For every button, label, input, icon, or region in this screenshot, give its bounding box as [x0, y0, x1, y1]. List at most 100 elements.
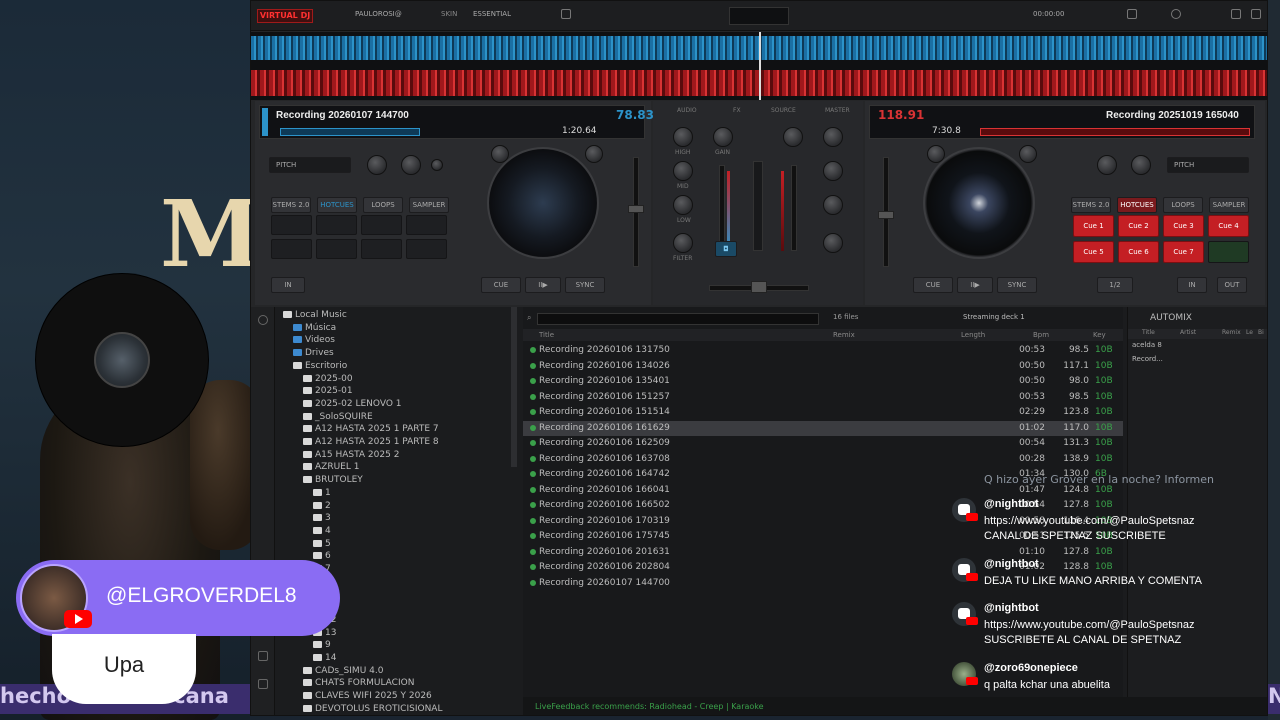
deck-left-sync-button[interactable]: SYNC [565, 277, 605, 293]
app-logo[interactable]: VIRTUAL DJ [257, 9, 313, 23]
tree-folder[interactable]: Local Music [283, 309, 347, 321]
mixer-left-low-knob[interactable] [673, 195, 693, 215]
file-row[interactable]: Recording 20260106 161629 01:02 117.0 10B [523, 420, 1123, 436]
tree-folder[interactable]: Música [293, 322, 336, 334]
tree-folder[interactable]: CHATS FORMULACION [303, 677, 414, 689]
col-title[interactable]: Title [539, 331, 554, 339]
deck-left-tab-sampler[interactable]: SAMPLER [409, 197, 449, 213]
user-account[interactable]: PAULOROSI@ [355, 10, 402, 18]
file-row[interactable]: Recording 20260106 131750 00:53 98.5 10B [523, 343, 1123, 358]
deck-left-pad[interactable] [271, 239, 312, 259]
deck-left-pad[interactable] [361, 215, 402, 235]
file-row[interactable]: Recording 20260106 151514 02:29 123.8 10B [523, 405, 1123, 420]
deck-right-pitch-mode[interactable]: PITCH [1167, 157, 1249, 173]
file-search-input[interactable] [537, 313, 819, 325]
automix-label[interactable]: AUTOMIX [1150, 313, 1192, 323]
deck-right-sync-button[interactable]: SYNC [997, 277, 1037, 293]
gear-icon[interactable] [1171, 9, 1181, 19]
tree-folder[interactable]: 4 [313, 525, 331, 537]
hotcue-pad[interactable]: Cue 3 [1163, 215, 1204, 237]
deck-left-pitch-mode[interactable]: PITCH [269, 157, 351, 173]
hotcue-pad[interactable]: Cue 1 [1073, 215, 1114, 237]
hotcue-pad[interactable]: Cue 4 [1208, 215, 1249, 237]
tree-folder[interactable]: 2025-00 [303, 373, 353, 385]
tree-folder[interactable]: A15 HASTA 2025 2 [303, 449, 399, 461]
tree-folder[interactable]: 9 [313, 639, 331, 651]
hotcue-pad[interactable]: Cue 7 [1163, 241, 1204, 263]
hotcue-pad[interactable]: Cue 2 [1118, 215, 1159, 237]
file-row[interactable]: Recording 20260106 134026 00:50 117.1 10B [523, 359, 1123, 374]
deck-left-pad[interactable] [361, 239, 402, 259]
settings-small-icon[interactable] [561, 9, 571, 19]
deck-right-tab-loops[interactable]: LOOPS [1163, 197, 1203, 213]
record-icon[interactable] [1127, 9, 1137, 19]
file-row[interactable]: Recording 20260106 162509 00:54 131.3 10B [523, 436, 1123, 451]
mixer-left-high-knob[interactable] [673, 127, 693, 147]
mixer-right-volume-fader[interactable] [791, 165, 797, 251]
tree-folder[interactable]: Videos [293, 334, 335, 346]
sideview-icon[interactable] [258, 651, 268, 661]
mixer-right-low-knob[interactable] [823, 195, 843, 215]
deck-right-key-knob[interactable] [1097, 155, 1117, 175]
file-row[interactable]: Recording 20260106 163708 00:28 138.9 10B [523, 452, 1123, 467]
tree-folder[interactable]: A12 HASTA 2025 1 PARTE 8 [303, 436, 439, 448]
deck-right-loop-in[interactable]: IN [1177, 277, 1207, 293]
tree-folder[interactable]: 14 [313, 652, 336, 664]
deck-right-vinyl-knob[interactable] [1019, 145, 1037, 163]
deck-left-cue-button[interactable]: CUE [481, 277, 521, 293]
deck-left-pad[interactable] [406, 239, 447, 259]
deck-right-play-button[interactable]: II▶ [957, 277, 993, 293]
tree-folder[interactable]: 3 [313, 512, 331, 524]
automix-row[interactable]: acelda 8 [1132, 341, 1266, 353]
automix-icon[interactable] [258, 679, 268, 689]
mixer-left-headphone-button[interactable]: ◘ [715, 241, 737, 257]
tree-folder[interactable]: _SoloSQUIRE [303, 411, 373, 423]
deck-right-tab-stems[interactable]: STEMS 2.0 [1071, 197, 1111, 213]
mixer-right-gain-knob[interactable] [783, 127, 803, 147]
deck-left-small-knob[interactable] [431, 159, 443, 171]
deck-left-search-icon[interactable] [491, 145, 509, 163]
deck-left-pad[interactable] [316, 215, 357, 235]
tree-folder[interactable]: Drives [293, 347, 334, 359]
deck-right-jogwheel[interactable] [923, 147, 1035, 259]
search-icon[interactable] [258, 315, 268, 325]
tree-folder[interactable]: Escritorio [293, 360, 347, 372]
deck-right-pitch-slider-cap[interactable] [878, 211, 894, 219]
deck-left-play-button[interactable]: II▶ [525, 277, 561, 293]
deck-left-loop-in[interactable]: IN [271, 277, 305, 293]
deck-left-pad[interactable] [271, 215, 312, 235]
deck-right-search-icon[interactable] [927, 145, 945, 163]
deck-left-pad[interactable] [316, 239, 357, 259]
deck-right-pitch-knob[interactable] [1131, 155, 1151, 175]
file-row[interactable]: Recording 20260106 135401 00:50 98.0 10B [523, 374, 1123, 389]
col-length[interactable]: Length [961, 331, 985, 339]
tree-folder[interactable]: DEVOTOLUS EROTICISIONAL [303, 703, 442, 715]
tree-folder[interactable]: A12 HASTA 2025 1 PARTE 7 [303, 423, 439, 435]
deck-right-tab-sampler[interactable]: SAMPLER [1209, 197, 1249, 213]
waveform-overview[interactable] [251, 32, 1267, 100]
deck-left-key-knob[interactable] [367, 155, 387, 175]
deck-left-tab-stems[interactable]: STEMS 2.0 [271, 197, 311, 213]
tree-folder[interactable]: CLAVES WIFI 2025 Y 2026 [303, 690, 432, 702]
tree-scrollbar[interactable] [511, 307, 517, 467]
tree-folder[interactable]: BRUTOLEY [303, 474, 363, 486]
col-bpm[interactable]: Bpm [1033, 331, 1049, 339]
col-key[interactable]: Key [1093, 331, 1106, 339]
hotcue-pad[interactable]: Cue 5 [1073, 241, 1114, 263]
tree-folder[interactable]: 5 [313, 538, 331, 550]
tree-folder[interactable]: AZRUEL 1 [303, 461, 359, 473]
hotcue-pad[interactable]: Cue 6 [1118, 241, 1159, 263]
deck-right-loop-size[interactable]: 1/2 [1097, 277, 1133, 293]
tree-folder[interactable]: 2025-01 [303, 385, 353, 397]
tree-folder[interactable]: CADs_SIMU 4.0 [303, 665, 383, 677]
close-icon[interactable] [1251, 9, 1261, 19]
col-remix[interactable]: Remix [833, 331, 855, 339]
deck-left-jogwheel[interactable] [487, 147, 599, 259]
hotcue-pad-empty[interactable] [1208, 241, 1249, 263]
deck-left-progress[interactable] [280, 128, 420, 136]
tree-folder[interactable]: 6 [313, 550, 331, 562]
tree-folder[interactable]: 2025-02 LENOVO 1 [303, 398, 402, 410]
mixer-right-high-knob[interactable] [823, 127, 843, 147]
mixer-right-mid-knob[interactable] [823, 161, 843, 181]
deck-right-progress[interactable] [980, 128, 1250, 136]
